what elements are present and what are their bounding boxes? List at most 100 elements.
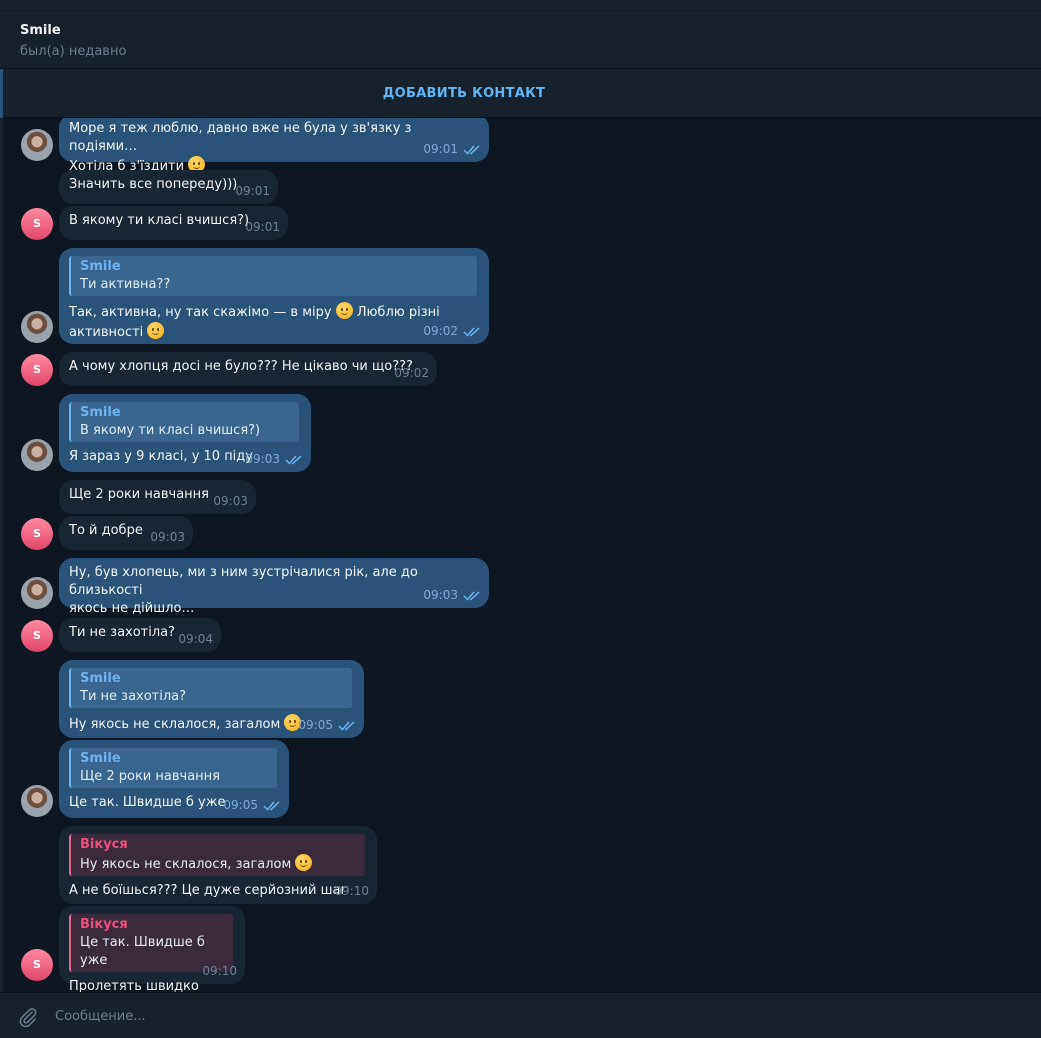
message-text: Це так. Швидше б уже bbox=[69, 795, 226, 810]
message-time: 09:01 bbox=[245, 220, 280, 234]
avatar[interactable] bbox=[21, 129, 53, 161]
reply-preview[interactable]: Smile Ти не захотіла? bbox=[69, 668, 352, 708]
message-time: 09:01 bbox=[423, 142, 458, 156]
message-meta: 09:03 bbox=[150, 528, 185, 546]
message-bubble[interactable]: В якому ти класі вчишся?) 09:01 bbox=[59, 206, 288, 240]
avatar[interactable] bbox=[21, 785, 53, 817]
message-text: Значить все попереду))) bbox=[69, 177, 238, 192]
message-bubble[interactable]: Вікуся Ну якось не склалося, загалом А н… bbox=[59, 826, 377, 904]
reply-author: Smile bbox=[80, 405, 121, 420]
message-bubble[interactable]: Smile Ти не захотіла? Ну якось не склало… bbox=[59, 660, 364, 738]
message-meta: 09:04 bbox=[178, 630, 213, 648]
message-meta: 09:01 bbox=[235, 182, 270, 200]
message-time: 09:05 bbox=[223, 798, 258, 812]
chat-header[interactable]: Smile был(а) недавно bbox=[0, 14, 1041, 69]
message-bubble[interactable]: Море я теж люблю, давно вже не була у зв… bbox=[59, 118, 489, 174]
message-time: 09:02 bbox=[423, 324, 458, 338]
add-contact-button[interactable]: ДОБАВИТЬ КОНТАКТ bbox=[0, 69, 928, 118]
message-bubble[interactable]: То й добре 09:03 bbox=[59, 516, 193, 550]
message-meta: 09:01 bbox=[423, 140, 481, 158]
avatar[interactable]: S bbox=[21, 949, 53, 981]
reply-preview[interactable]: Smile Ти активна?? bbox=[69, 256, 477, 296]
message-time: 09:03 bbox=[150, 530, 185, 544]
message-text: То й добре bbox=[69, 523, 143, 538]
message-bubble[interactable]: А чому хлопця досі не було??? Не цікаво … bbox=[59, 352, 437, 386]
add-contact-bar: ДОБАВИТЬ КОНТАКТ bbox=[0, 69, 1041, 118]
message-time: 09:02 bbox=[394, 366, 429, 380]
message-time: 09:04 bbox=[178, 632, 213, 646]
message-bubble[interactable]: Ну, був хлопець, ми з ним зустрічалися р… bbox=[59, 558, 489, 616]
message-meta: 09:03 bbox=[423, 586, 481, 604]
message-meta: 09:03 bbox=[245, 450, 303, 468]
message-text: Море я теж люблю, давно вже не була у зв… bbox=[69, 121, 412, 174]
message-text: Я зараз у 9 класі, у 10 піду bbox=[69, 449, 253, 464]
message-meta: 09:03 bbox=[213, 492, 248, 510]
reply-text-content: Ну якось не склалося, загалом bbox=[80, 857, 296, 872]
message-time: 09:05 bbox=[298, 718, 333, 732]
double-check-icon bbox=[463, 326, 480, 337]
reply-author: Smile bbox=[80, 751, 121, 766]
avatar[interactable]: S bbox=[21, 208, 53, 240]
message-text: В якому ти класі вчишся?) bbox=[69, 213, 250, 228]
smile-emoji-icon bbox=[335, 302, 353, 319]
chat-status: был(а) недавно bbox=[20, 44, 127, 59]
reply-preview[interactable]: Вікуся Ну якось не склалося, загалом bbox=[69, 834, 365, 876]
message-bubble[interactable]: Ти не захотіла? 09:04 bbox=[59, 618, 221, 652]
avatar[interactable]: S bbox=[21, 354, 53, 386]
reply-text: Ти не захотіла? bbox=[80, 689, 187, 704]
avatar[interactable] bbox=[21, 311, 53, 343]
message-bubble[interactable]: Ще 2 роки навчання 09:03 bbox=[59, 480, 256, 514]
message-meta: 09:10 bbox=[202, 962, 237, 980]
double-check-icon bbox=[463, 144, 480, 155]
reply-text: Ти активна?? bbox=[80, 277, 171, 292]
message-time: 09:10 bbox=[202, 964, 237, 978]
message-bubble[interactable]: Smile В якому ти класі вчишся?) Я зараз … bbox=[59, 394, 311, 472]
message-meta: 09:10 bbox=[334, 882, 369, 900]
double-check-icon bbox=[263, 800, 280, 811]
message-bubble[interactable]: Smile Ти активна?? Так, активна, ну так … bbox=[59, 248, 489, 344]
message-bubble[interactable]: Вікуся Це так. Швидше б уже Пролетять шв… bbox=[59, 906, 245, 992]
message-time: 09:01 bbox=[235, 184, 270, 198]
reply-preview[interactable]: Smile Ще 2 роки навчання bbox=[69, 748, 277, 788]
message-bubble[interactable]: Значить все попереду))) 09:01 bbox=[59, 170, 278, 204]
message-list[interactable]: Море я теж люблю, давно вже не була у зв… bbox=[0, 118, 1041, 992]
message-text: Ну якось не склалося, загалом bbox=[69, 717, 285, 732]
message-time: 09:10 bbox=[334, 884, 369, 898]
window-top-strip bbox=[0, 0, 1041, 14]
message-composer bbox=[0, 992, 1041, 1038]
attach-icon[interactable] bbox=[17, 1006, 39, 1028]
message-text: А чому хлопця досі не було??? Не цікаво … bbox=[69, 359, 413, 374]
message-time: 09:03 bbox=[213, 494, 248, 508]
reply-author: Smile bbox=[80, 259, 121, 274]
double-check-icon bbox=[338, 720, 355, 731]
message-meta: 09:05 bbox=[298, 716, 356, 734]
reply-author: Smile bbox=[80, 671, 121, 686]
avatar[interactable] bbox=[21, 439, 53, 471]
message-text: А не боїшься??? Це дуже серйозний шаг bbox=[69, 883, 348, 898]
double-check-icon bbox=[463, 590, 480, 601]
message-meta: 09:02 bbox=[394, 364, 429, 382]
message-bubble[interactable]: Smile Ще 2 роки навчання Це так. Швидше … bbox=[59, 740, 289, 818]
message-text: Пролетять швидко bbox=[69, 979, 199, 992]
chat-title[interactable]: Smile bbox=[20, 23, 61, 38]
reply-author: Вікуся bbox=[80, 917, 128, 932]
message-meta: 09:02 bbox=[423, 322, 481, 340]
double-check-icon bbox=[285, 454, 302, 465]
reply-text: Ну якось не склалося, загалом bbox=[80, 854, 357, 874]
message-text: Ну, був хлопець, ми з ним зустрічалися р… bbox=[69, 565, 418, 616]
message-time: 09:03 bbox=[245, 452, 280, 466]
reply-text: Ще 2 роки навчання bbox=[80, 769, 220, 784]
message-meta: 09:01 bbox=[245, 218, 280, 236]
avatar[interactable] bbox=[21, 577, 53, 609]
smile-emoji-icon bbox=[147, 322, 165, 339]
message-text: Ти не захотіла? bbox=[69, 625, 176, 640]
reply-preview[interactable]: Smile В якому ти класі вчишся?) bbox=[69, 402, 299, 442]
message-time: 09:03 bbox=[423, 588, 458, 602]
smile-emoji-icon bbox=[295, 854, 313, 871]
avatar[interactable]: S bbox=[21, 518, 53, 550]
message-meta: 09:05 bbox=[223, 796, 281, 814]
message-text: Так, активна, ну так скажімо — в міру bbox=[69, 305, 332, 320]
message-text: Ще 2 роки навчання bbox=[69, 487, 209, 502]
avatar[interactable]: S bbox=[21, 620, 53, 652]
message-input[interactable] bbox=[55, 993, 1015, 1038]
